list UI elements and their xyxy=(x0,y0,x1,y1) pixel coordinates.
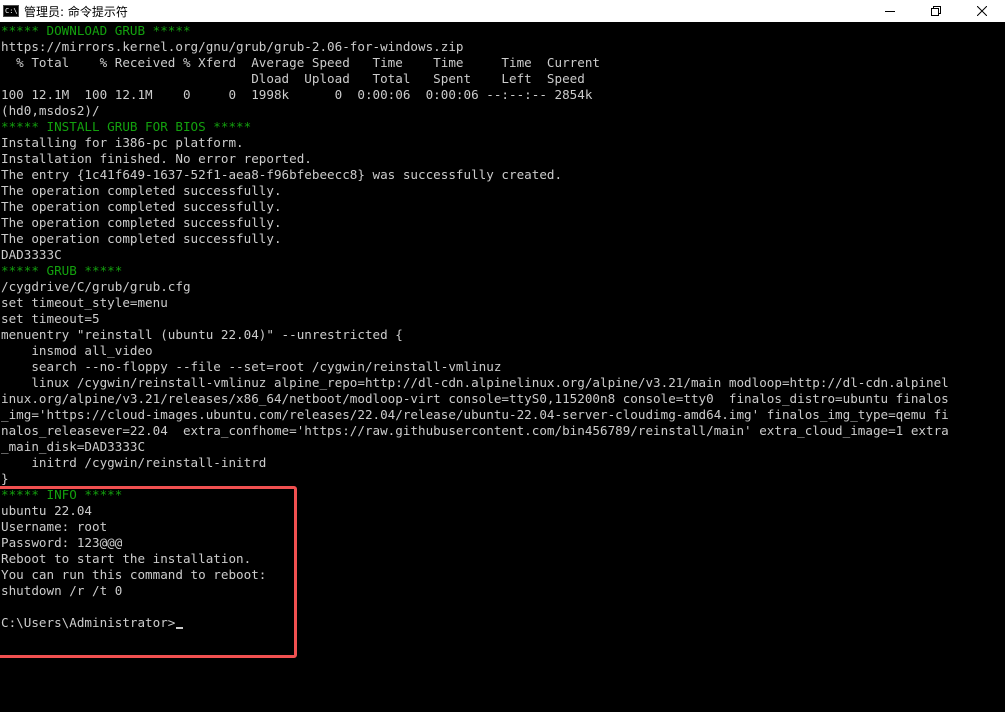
command-prompt[interactable]: C:\Users\Administrator> xyxy=(0,615,1005,631)
heading-download-grub: ***** DOWNLOAD GRUB ***** xyxy=(1,23,191,38)
info-reboot-note: Reboot to start the installation. xyxy=(1,551,252,566)
console-line: _img='https://cloud-images.ubuntu.com/re… xyxy=(1,407,949,422)
console-output[interactable]: ***** DOWNLOAD GRUB ***** https://mirror… xyxy=(0,22,1005,712)
console-line: % Total % Received % Xferd Average Speed… xyxy=(1,55,600,70)
console-line: } xyxy=(1,471,9,486)
console-line: menuentry "reinstall (ubuntu 22.04)" --u… xyxy=(1,327,403,342)
console-line: The operation completed successfully. xyxy=(1,231,282,246)
console-line: linux /cygwin/reinstall-vmlinuz alpine_r… xyxy=(1,375,949,390)
restore-icon xyxy=(931,6,941,16)
close-button[interactable] xyxy=(959,0,1005,22)
restore-button[interactable] xyxy=(913,0,959,22)
console-line: DAD3333C xyxy=(1,247,62,262)
console-line: Installing for i386-pc platform. xyxy=(1,135,244,150)
info-distro: ubuntu 22.04 xyxy=(1,503,92,518)
console-line: set timeout_style=menu xyxy=(1,295,168,310)
close-icon xyxy=(977,6,987,16)
console-line: The operation completed successfully. xyxy=(1,215,282,230)
minimize-icon xyxy=(885,11,895,12)
heading-info: ***** INFO ***** xyxy=(1,487,123,502)
info-reboot-command: shutdown /r /t 0 xyxy=(1,583,123,598)
console-line: (hd0,msdos2)/ xyxy=(1,103,100,118)
window-title: 管理员: 命令提示符 xyxy=(24,4,128,19)
text-cursor xyxy=(176,627,184,629)
console-line: The operation completed successfully. xyxy=(1,183,282,198)
cmd-window: C:\ 管理员: 命令提示符 ***** DOWNLOAD GRUB *****… xyxy=(0,0,1005,712)
console-line: /cygdrive/C/grub/grub.cfg xyxy=(1,279,191,294)
console-line: _main_disk=DAD3333C xyxy=(1,439,146,454)
console-line: The operation completed successfully. xyxy=(1,199,282,214)
console-line: initrd /cygwin/reinstall-initrd xyxy=(1,455,267,470)
title-bar[interactable]: C:\ 管理员: 命令提示符 xyxy=(0,0,1005,22)
prompt-text: C:\Users\Administrator> xyxy=(1,615,176,630)
console-line: insmod all_video xyxy=(1,343,153,358)
info-username: Username: root xyxy=(1,519,108,534)
console-line: nalos_releasever=22.04 extra_confhome='h… xyxy=(1,423,949,438)
minimize-button[interactable] xyxy=(867,0,913,22)
console-line: search --no-floppy --file --set=root /cy… xyxy=(1,359,502,374)
console-line: inux.org/alpine/v3.21/releases/x86_64/ne… xyxy=(1,391,949,406)
heading-install-grub: ***** INSTALL GRUB FOR BIOS ***** xyxy=(1,119,252,134)
info-password: Password: 123@@@ xyxy=(1,535,123,550)
console-line: set timeout=5 xyxy=(1,311,100,326)
info-reboot-hint: You can run this command to reboot: xyxy=(1,567,267,582)
console-line: https://mirrors.kernel.org/gnu/grub/grub… xyxy=(1,39,464,54)
cmd-icon: C:\ xyxy=(3,5,19,17)
console-line: The entry {1c41f649-1637-52f1-aea8-f96bf… xyxy=(1,167,563,182)
console-line: 100 12.1M 100 12.1M 0 0 1998k 0 0:00:06 … xyxy=(1,87,593,102)
heading-grub: ***** GRUB ***** xyxy=(1,263,123,278)
console-line: Installation finished. No error reported… xyxy=(1,151,312,166)
console-line: Dload Upload Total Spent Left Speed xyxy=(1,71,585,86)
